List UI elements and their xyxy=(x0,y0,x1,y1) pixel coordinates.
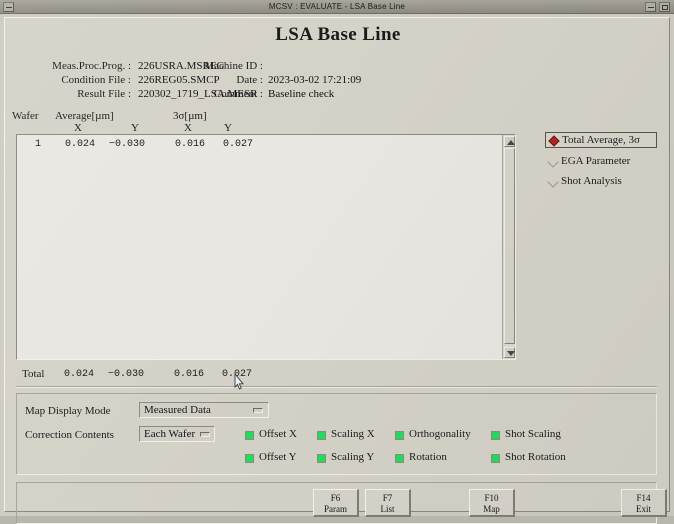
scroll-up-icon[interactable] xyxy=(504,136,515,147)
condition-file-label: Condition File : xyxy=(61,74,131,86)
column-header-sigma-x: X xyxy=(184,122,192,134)
date-label: Date : xyxy=(236,74,263,86)
checkbox-checked-icon xyxy=(317,454,326,463)
checkbox-label-shot-rotation: Shot Rotation xyxy=(505,451,566,463)
map-display-mode-label: Map Display Mode xyxy=(25,405,111,417)
result-file-label: Result File : xyxy=(77,88,131,100)
radio-unselected-icon xyxy=(547,176,559,188)
f6-action-label: Param xyxy=(324,504,347,514)
comment-value: Baseline check xyxy=(268,88,335,100)
checkbox-checked-icon xyxy=(245,454,254,463)
comment-label: Comment : xyxy=(213,88,263,100)
f10-action-label: Map xyxy=(483,504,500,514)
cell-sigma-x: 0.016 xyxy=(175,139,206,150)
chevron-down-icon xyxy=(253,408,263,413)
column-header-average-x: X xyxy=(74,122,82,134)
view-mode-radio-group: Total Average, 3σ EGA Parameter Shot Ana… xyxy=(545,132,657,200)
meas-proc-prog-label: Meas.Proc.Prog. : xyxy=(52,60,131,72)
radio-label-total-average: Total Average, 3σ xyxy=(562,134,640,146)
cell-wafer: 1 xyxy=(35,139,42,150)
f6-param-button[interactable]: F6 Param xyxy=(313,489,359,517)
checkbox-checked-icon xyxy=(491,454,500,463)
correction-contents-label: Correction Contents xyxy=(25,429,114,441)
cell-average-y: −0.030 xyxy=(109,139,146,150)
cell-sigma-y: 0.027 xyxy=(223,139,254,150)
map-display-mode-select[interactable]: Measured Data xyxy=(139,402,269,418)
radio-label-ega-parameter: EGA Parameter xyxy=(561,155,631,167)
radio-selected-icon xyxy=(548,135,560,147)
lsa-base-line-window: MCSV : EVALUATE - LSA Base Line LSA Base… xyxy=(0,0,674,524)
column-header-sigma-y: Y xyxy=(224,122,232,134)
map-display-mode-value: Measured Data xyxy=(144,404,211,416)
column-header-wafer: Wafer xyxy=(12,110,39,122)
settings-divider xyxy=(16,386,657,388)
radio-total-average-3sigma[interactable]: Total Average, 3σ xyxy=(545,132,657,148)
date-value: 2023-03-02 17:21:09 xyxy=(268,74,362,86)
minimize-glyph xyxy=(648,7,654,8)
f14-key-label: F14 xyxy=(636,493,651,503)
checkbox-label-rotation: Rotation xyxy=(409,451,447,463)
f10-key-label: F10 xyxy=(484,493,499,503)
cell-average-x: 0.024 xyxy=(65,139,96,150)
chevron-down-icon xyxy=(200,432,210,437)
checkbox-checked-icon xyxy=(317,431,326,440)
total-average-x: 0.024 xyxy=(64,369,95,380)
scrollbar-thumb[interactable] xyxy=(504,148,515,344)
total-sigma-y: 0.027 xyxy=(222,369,253,380)
column-header-average-y: Y xyxy=(131,122,139,134)
checkbox-checked-icon xyxy=(395,431,404,440)
total-sigma-x: 0.016 xyxy=(174,369,205,380)
correction-contents-select[interactable]: Each Wafer xyxy=(139,426,215,442)
total-average-y: −0.030 xyxy=(108,369,145,380)
function-key-bar: F6 Param F7 List F10 Map F14 Exit xyxy=(16,482,667,524)
f10-map-button[interactable]: F10 Map xyxy=(469,489,515,517)
triangle-down-glyph xyxy=(507,351,515,356)
radio-ega-parameter[interactable]: EGA Parameter xyxy=(545,154,657,170)
f7-list-button[interactable]: F7 List xyxy=(365,489,411,517)
checkbox-label-scaling-x: Scaling X xyxy=(331,428,375,440)
title-bar: MCSV : EVALUATE - LSA Base Line xyxy=(0,0,674,14)
minimize-icon[interactable] xyxy=(645,2,656,12)
checkbox-label-offset-x: Offset X xyxy=(259,428,297,440)
maximize-icon[interactable] xyxy=(659,2,670,12)
window-title: MCSV : EVALUATE - LSA Base Line xyxy=(268,2,406,11)
wafer-result-list[interactable]: 1 0.024 −0.030 0.016 0.027 xyxy=(16,134,516,360)
total-label: Total xyxy=(22,368,45,380)
radio-unselected-icon xyxy=(547,156,559,168)
triangle-up-glyph xyxy=(507,140,515,145)
client-area: LSA Base Line Meas.Proc.Prog. : 226USRA.… xyxy=(4,17,670,524)
checkbox-checked-icon xyxy=(395,454,404,463)
checkbox-label-scaling-y: Scaling Y xyxy=(331,451,375,463)
checkbox-label-shot-scaling: Shot Scaling xyxy=(505,428,561,440)
list-vertical-scrollbar[interactable] xyxy=(502,135,515,359)
scroll-down-icon[interactable] xyxy=(504,347,515,358)
total-row: Total 0.024 −0.030 0.016 0.027 xyxy=(16,368,516,384)
column-header-average-group: Average[µm] xyxy=(55,110,114,122)
radio-shot-analysis[interactable]: Shot Analysis xyxy=(545,174,657,190)
checkbox-checked-icon xyxy=(491,431,500,440)
f14-action-label: Exit xyxy=(636,504,651,514)
machine-id-label: Machine ID : xyxy=(204,60,263,72)
page-title: LSA Base Line xyxy=(275,24,401,45)
checkbox-label-orthogonality: Orthogonality xyxy=(409,428,471,440)
f7-key-label: F7 xyxy=(382,493,393,503)
table-row[interactable]: 1 0.024 −0.030 0.016 0.027 xyxy=(17,139,503,153)
maximize-glyph xyxy=(662,5,668,10)
correction-contents-value: Each Wafer xyxy=(144,428,196,440)
column-header-sigma-group: 3σ[µm] xyxy=(173,110,207,122)
f14-exit-button[interactable]: F14 Exit xyxy=(621,489,667,517)
radio-label-shot-analysis: Shot Analysis xyxy=(561,175,622,187)
f6-key-label: F6 xyxy=(330,493,341,503)
checkbox-label-offset-y: Offset Y xyxy=(259,451,297,463)
f7-action-label: List xyxy=(380,504,395,514)
checkbox-checked-icon xyxy=(245,431,254,440)
settings-panel: Map Display Mode Measured Data Correctio… xyxy=(16,393,657,475)
